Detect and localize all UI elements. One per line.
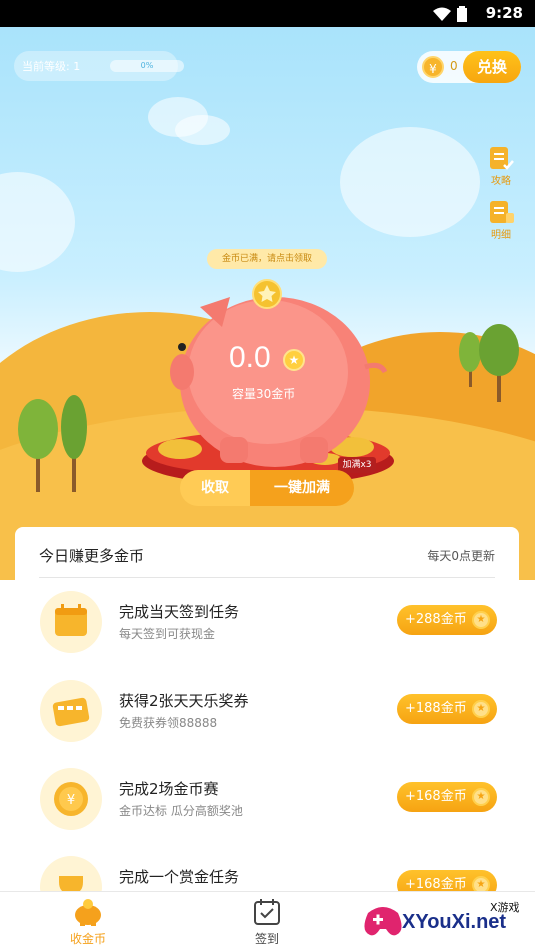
coin-icon: ¥ <box>40 768 102 830</box>
multiplier-badge: 加满x3 <box>338 457 376 473</box>
site-watermark: X游戏 XYouXi.net <box>362 893 534 949</box>
reward-label: +168金币 <box>405 789 467 804</box>
reward-button[interactable]: +188金币 ★ <box>397 694 497 724</box>
reward-label: +168金币 <box>405 877 467 892</box>
piggy-tab-icon <box>75 899 101 926</box>
task-item[interactable]: ¥ 完成2场金币赛 金币达标 瓜分高额奖池 +168金币 ★ <box>40 768 500 832</box>
level-indicator: 当前等级: 1 0% <box>14 51 184 81</box>
task-item[interactable]: 获得2张天天乐奖券 免费获券领88888 +188金币 ★ <box>40 680 500 744</box>
details-label: 明细 <box>491 230 511 241</box>
svg-text:¥: ¥ <box>67 793 75 808</box>
watermark-big: XYouXi.net <box>402 911 507 933</box>
tab-collect-coins[interactable]: 收金币 <box>38 892 138 952</box>
status-icons <box>433 6 467 22</box>
star-coin-icon: ★ <box>472 611 490 629</box>
strategy-label: 攻略 <box>491 176 511 187</box>
task-title: 完成当天签到任务 <box>119 603 240 621</box>
details-doc-icon <box>490 201 514 223</box>
piggy-actions: 收取 一键加满 <box>180 470 354 506</box>
coin-slot-icon <box>252 279 282 309</box>
tree-illustration <box>459 324 519 402</box>
task-title: 完成2场金币赛 <box>119 780 219 798</box>
tab-label: 签到 <box>254 932 279 946</box>
tab-label: 收金币 <box>69 932 106 946</box>
earn-more-card: 今日赚更多金币 每天0点更新 完成当天签到任务 每天签到可获现金 +288金币 ★… <box>15 527 519 951</box>
ticket-icon <box>40 680 102 742</box>
reward-button[interactable]: +288金币 ★ <box>397 605 497 635</box>
fill-up-button[interactable]: 一键加满 <box>250 470 354 506</box>
calendar-check-icon <box>254 899 280 925</box>
level-label: 当前等级: 1 <box>22 60 81 73</box>
task-title: 获得2张天天乐奖券 <box>119 692 249 710</box>
status-time: 9:28 <box>485 4 523 22</box>
strategy-doc-icon <box>490 147 514 170</box>
status-bar: 9:28 <box>0 0 535 27</box>
card-title: 今日赚更多金币 <box>39 547 145 565</box>
task-desc: 免费获券领88888 <box>119 716 218 730</box>
star-coin-icon: ★ <box>472 700 490 718</box>
card-update-note: 每天0点更新 <box>427 549 495 563</box>
coin-count: 0 <box>450 59 458 73</box>
piggy-capacity: 容量30金币 <box>232 387 296 401</box>
gamepad-logo-icon <box>364 907 402 936</box>
tree-illustration <box>18 395 87 492</box>
calendar-icon <box>40 591 102 653</box>
star-coin-icon: ★ <box>283 349 305 371</box>
star-coin-icon: ★ <box>472 788 490 806</box>
divider <box>39 577 495 578</box>
task-item[interactable]: 完成当天签到任务 每天签到可获现金 +288金币 ★ <box>40 591 500 655</box>
piggy-bank-scene: 当前等级: 1 0% ¥ 0 兑换 攻略 明细 金币已满，请点击领取 0.0 ★… <box>0 27 535 580</box>
coins-full-tip: 金币已满，请点击领取 <box>207 249 327 269</box>
wifi-icon <box>433 7 451 21</box>
battery-icon <box>457 6 467 22</box>
reward-button[interactable]: +168金币 ★ <box>397 782 497 812</box>
reward-label: +188金币 <box>405 701 467 716</box>
tab-check-in[interactable]: 签到 <box>217 892 317 952</box>
level-progress-text: 0% <box>140 61 154 70</box>
piggy-amount: 0.0 <box>229 341 271 374</box>
exchange-button[interactable]: 兑换 <box>463 51 521 83</box>
coin-balance: ¥ 0 兑换 <box>417 51 521 83</box>
reward-label: +288金币 <box>405 612 467 627</box>
yuan-coin-icon: ¥ <box>422 56 444 78</box>
level-progress-bar: 0% <box>110 60 184 72</box>
task-desc: 金币达标 瓜分高额奖池 <box>119 804 243 818</box>
collect-button[interactable]: 收取 <box>180 470 250 506</box>
strategy-button[interactable]: 攻略 <box>486 145 516 187</box>
task-desc: 每天签到可获现金 <box>119 627 216 641</box>
task-title: 完成一个赏金任务 <box>119 868 240 886</box>
details-button[interactable]: 明细 <box>486 199 516 241</box>
